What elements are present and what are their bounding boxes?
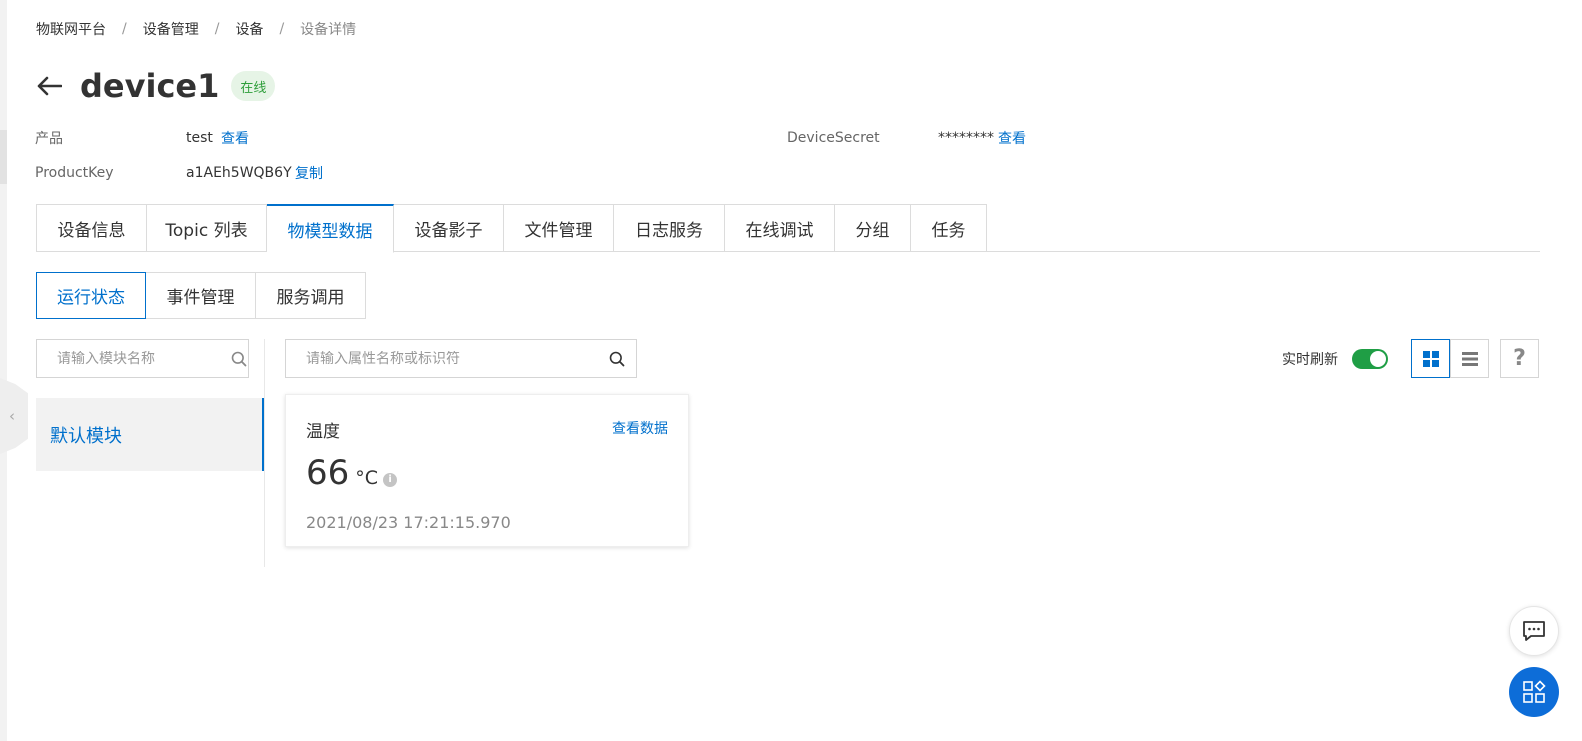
meta-product: 产品 test 查看	[35, 128, 335, 148]
property-name: 温度	[306, 422, 340, 442]
breadcrumb-device-management[interactable]: 设备管理	[143, 19, 199, 39]
module-search-box	[36, 339, 249, 378]
subtab-service-call[interactable]: 服务调用	[256, 272, 366, 319]
subtab-running-status[interactable]: 运行状态	[36, 272, 146, 319]
page: ‹ 物联网平台 / 设备管理 / 设备 / 设备详情 device1 在线 产品…	[0, 0, 1582, 741]
back-button[interactable]	[34, 71, 64, 101]
realtime-refresh-label: 实时刷新	[1282, 352, 1338, 368]
property-search-input[interactable]	[306, 350, 608, 367]
left-edge-marker	[0, 130, 7, 184]
product-label: 产品	[35, 131, 63, 147]
status-badge: 在线	[231, 71, 276, 101]
realtime-refresh-toggle[interactable]	[1352, 349, 1388, 369]
subtab-event-management[interactable]: 事件管理	[146, 272, 256, 319]
left-edge-bar	[0, 0, 7, 741]
product-view-link[interactable]: 查看	[221, 128, 249, 148]
property-timestamp: 2021/08/23 17:21:15.970	[306, 513, 511, 532]
devicesecret-label: DeviceSecret	[787, 130, 880, 146]
property-card: 温度 查看数据 66 °C i 2021/08/23 17:21:15.970	[285, 394, 689, 547]
chat-button[interactable]	[1509, 606, 1559, 656]
toggle-knob	[1370, 351, 1386, 367]
tab-device-shadow[interactable]: 设备影子	[394, 204, 504, 252]
chat-icon	[1523, 621, 1545, 641]
breadcrumb-separator: /	[214, 21, 220, 37]
page-title: device1	[80, 67, 220, 105]
tab-topic-list[interactable]: Topic 列表	[147, 204, 267, 252]
productkey-copy-link[interactable]: 复制	[295, 163, 323, 183]
devicesecret-value: ********	[938, 130, 994, 146]
module-search-input[interactable]	[57, 350, 231, 367]
grid-view-button[interactable]	[1411, 339, 1450, 378]
grid-view-icon	[1422, 350, 1439, 367]
tab-task[interactable]: 任务	[911, 204, 987, 252]
panel-divider	[264, 339, 265, 567]
title-row: device1 在线	[34, 64, 276, 108]
meta-productkey: ProductKey a1AEh5WQB6Y 复制	[35, 163, 355, 183]
breadcrumb-current: 设备详情	[300, 22, 357, 38]
main-tabs: 设备信息 Topic 列表 物模型数据 设备影子 文件管理 日志服务 在线调试 …	[36, 204, 1540, 253]
info-icon[interactable]: i	[383, 472, 398, 487]
list-view-button[interactable]	[1450, 339, 1489, 378]
productkey-label: ProductKey	[35, 165, 114, 181]
tab-group[interactable]: 分组	[835, 204, 911, 252]
sub-tabs: 运行状态 事件管理 服务调用	[36, 272, 366, 319]
tab-thing-model-data[interactable]: 物模型数据	[267, 204, 394, 253]
breadcrumb-separator: /	[122, 21, 127, 37]
breadcrumb-separator: /	[279, 21, 285, 37]
tab-file-management[interactable]: 文件管理	[504, 204, 614, 252]
tab-log-service[interactable]: 日志服务	[614, 204, 725, 252]
help-button[interactable]: ?	[1500, 339, 1539, 378]
tab-online-debug[interactable]: 在线调试	[725, 204, 835, 252]
breadcrumb-devices[interactable]: 设备	[235, 19, 263, 39]
property-value-row: 66 °C i	[306, 453, 398, 493]
devicesecret-view-link[interactable]: 查看	[998, 128, 1026, 148]
sidebar-collapse-handle[interactable]: ‹	[0, 378, 28, 454]
breadcrumb-iot-platform[interactable]: 物联网平台	[36, 19, 106, 39]
property-value: 66	[306, 453, 350, 493]
list-view-icon	[1461, 351, 1478, 366]
search-icon[interactable]	[231, 350, 247, 368]
meta-devicesecret: DeviceSecret ******** 查看	[787, 128, 1047, 148]
tab-device-info[interactable]: 设备信息	[36, 204, 147, 252]
arrow-left-icon	[37, 76, 62, 96]
module-item-default[interactable]: 默认模块	[36, 398, 264, 471]
apps-button[interactable]	[1509, 667, 1559, 717]
property-search-box	[285, 339, 637, 378]
apps-icon	[1523, 680, 1546, 703]
productkey-value: a1AEh5WQB6Y	[186, 165, 292, 181]
view-data-link[interactable]: 查看数据	[612, 418, 668, 438]
product-value: test	[186, 130, 213, 146]
search-icon[interactable]	[608, 350, 626, 368]
breadcrumb: 物联网平台 / 设备管理 / 设备 / 设备详情	[36, 19, 356, 39]
property-unit: °C	[355, 467, 379, 489]
chevron-left-icon: ‹	[9, 407, 15, 425]
